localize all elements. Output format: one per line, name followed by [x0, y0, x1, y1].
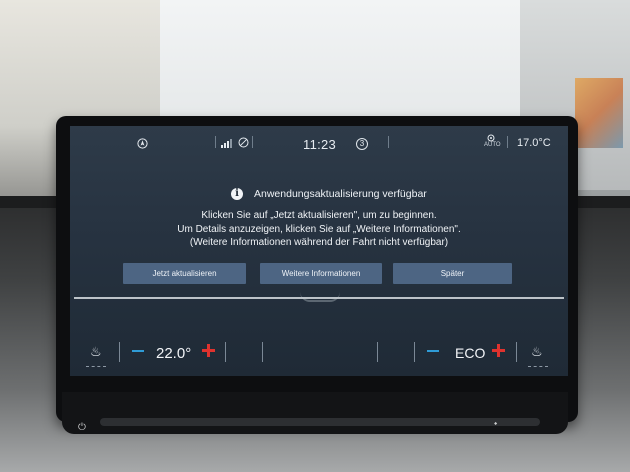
- later-button[interactable]: Später: [393, 263, 512, 284]
- dialog-title: Anwendungsaktualisierung verfügbar: [254, 188, 427, 200]
- background-window: [160, 0, 520, 118]
- climate-separator: [414, 342, 415, 362]
- slider-marker-icon: ⬩: [494, 418, 498, 428]
- driver-temp-up-button[interactable]: [202, 344, 216, 358]
- seat-heating-level: [528, 366, 548, 368]
- drawer-handle[interactable]: [300, 292, 340, 302]
- passenger-temp-up-button[interactable]: [492, 344, 506, 358]
- display-bezel: [62, 392, 568, 434]
- climate-bar: ♨ 22.0° ECO ♨: [70, 334, 568, 374]
- dialog-message-line-1: Klicken Sie auf „Jetzt aktualisieren", u…: [201, 210, 437, 221]
- dialog-message-line-2: Um Details anzuzeigen, klicken Sie auf „…: [177, 224, 461, 235]
- passenger-mode[interactable]: ECO: [455, 345, 485, 361]
- climate-separator: [516, 342, 517, 362]
- update-now-button[interactable]: Jetzt aktualisieren: [123, 263, 246, 284]
- climate-separator: [377, 342, 378, 362]
- plus-icon: [207, 344, 210, 357]
- background-poster: [575, 78, 623, 148]
- plus-icon: [497, 344, 500, 357]
- climate-separator: [119, 342, 120, 362]
- seat-heating-level: [86, 366, 106, 368]
- climate-separator: [225, 342, 226, 362]
- volume-slider[interactable]: [100, 418, 540, 426]
- infotainment-screen: 11:23 3 AUTO 17.0°C i Anwendungsaktualis…: [70, 126, 568, 376]
- info-icon: i: [231, 188, 243, 200]
- power-icon[interactable]: ⏻: [78, 423, 88, 433]
- driver-temp-down-button[interactable]: [132, 350, 144, 352]
- more-info-button[interactable]: Weitere Informationen: [260, 263, 382, 284]
- passenger-seat-heating-icon[interactable]: ♨: [531, 344, 543, 360]
- dialog-message-line-3: (Weitere Informationen während der Fahrt…: [189, 237, 449, 248]
- driver-seat-heating-icon[interactable]: ♨: [90, 344, 102, 360]
- passenger-temp-down-button[interactable]: [427, 350, 439, 352]
- driver-temperature[interactable]: 22.0°: [156, 345, 191, 362]
- climate-separator: [262, 342, 263, 362]
